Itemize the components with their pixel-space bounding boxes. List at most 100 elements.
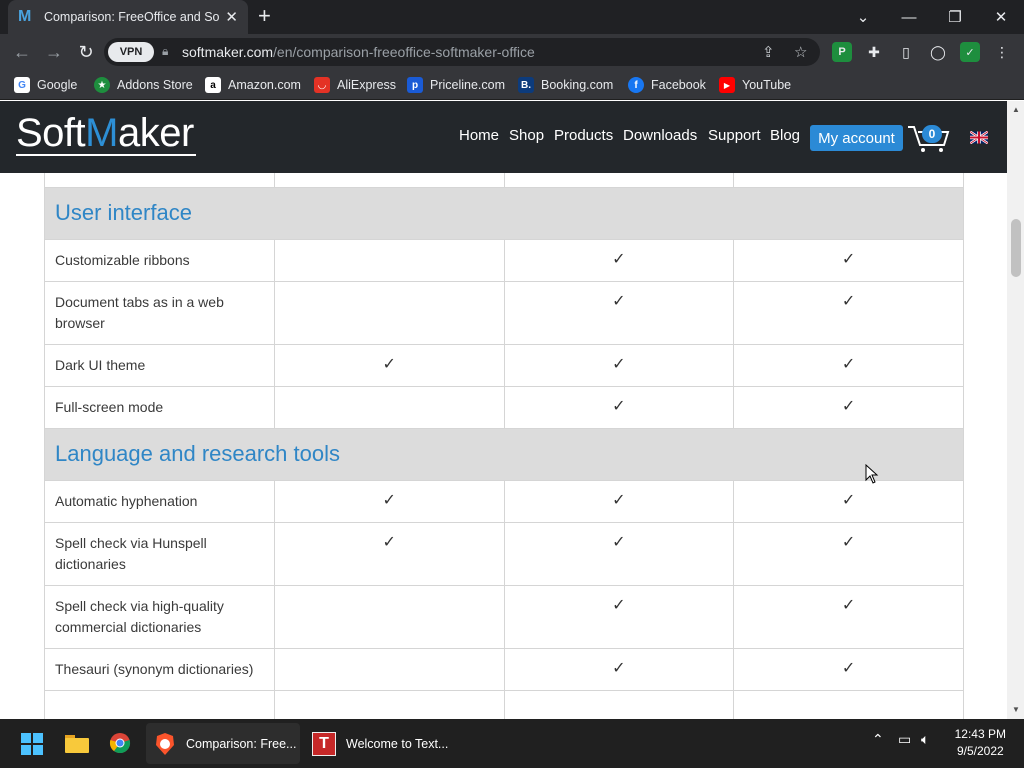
bookmark-aliexpress[interactable]: ◡ AliExpress: [314, 76, 396, 94]
url-text[interactable]: softmaker.com/en/comparison-freeoffice-s…: [182, 44, 535, 60]
feature-name: Dark UI theme: [44, 344, 275, 387]
tab-title: Comparison: FreeOffice and Soft: [43, 10, 220, 24]
side-panel-icon[interactable]: ▯: [896, 42, 916, 62]
table-row: [44, 690, 964, 719]
minimize-icon[interactable]: —: [886, 0, 932, 34]
tab-search-icon[interactable]: ⌄: [840, 0, 886, 34]
bookmark-priceline[interactable]: p Priceline.com: [407, 76, 505, 94]
nav-shop[interactable]: Shop: [509, 127, 544, 149]
check-cell: ✓: [273, 522, 505, 586]
shield-extension-icon[interactable]: ✓: [960, 42, 980, 62]
extension-p-icon[interactable]: P: [832, 42, 852, 62]
profile-icon[interactable]: ◯: [928, 42, 948, 62]
bookmark-facebook[interactable]: f Facebook: [628, 76, 706, 94]
feature-name: [44, 690, 275, 719]
vpn-button[interactable]: VPN: [108, 42, 154, 62]
check-cell: ✓: [733, 386, 964, 429]
system-clock[interactable]: 12:43 PM 9/5/2022: [955, 726, 1006, 760]
check-cell: [273, 690, 505, 719]
uk-flag-icon[interactable]: [970, 131, 988, 144]
new-tab-icon[interactable]: +: [258, 5, 271, 27]
check-cell: [503, 690, 735, 719]
nav-home[interactable]: Home: [459, 127, 499, 149]
table-row: Customizable ribbons ✓ ✓: [44, 239, 964, 282]
bookmark-label: Amazon.com: [228, 78, 301, 92]
reload-icon[interactable]: ↻: [74, 40, 98, 64]
softmaker-logo[interactable]: SoftMaker: [16, 111, 194, 159]
close-tab-icon[interactable]: ✕: [225, 8, 238, 26]
bookmark-booking[interactable]: B. Booking.com: [518, 76, 613, 94]
textmaker-icon: T: [312, 731, 336, 756]
table-row: Automatic hyphenation ✓ ✓ ✓: [44, 480, 964, 523]
check-cell: ✓: [733, 585, 964, 649]
google-icon: G: [14, 77, 30, 93]
checkmark-icon: ✓: [841, 293, 856, 310]
bookmark-star-icon[interactable]: ☆: [794, 43, 807, 61]
site-header: SoftMaker Home Shop Products Downloads S…: [0, 101, 1007, 173]
bookmark-label: Addons Store: [117, 78, 193, 92]
taskbar-item-browser[interactable]: Comparison: Free...: [146, 723, 300, 764]
bookmark-label: YouTube: [742, 78, 792, 92]
nav-blog[interactable]: Blog: [770, 127, 800, 149]
cart-count-badge: 0: [922, 125, 942, 143]
file-explorer-icon[interactable]: [65, 733, 89, 753]
windows-start-icon[interactable]: [21, 733, 43, 755]
check-cell: ✓: [733, 281, 964, 345]
section-row: User interface: [44, 187, 964, 240]
scroll-up-icon[interactable]: ▲: [1011, 105, 1021, 115]
share-icon[interactable]: ⇪: [762, 43, 775, 61]
browser-toolbar: ← → ↻ VPN 🔒︎ softmaker.com/en/comparison…: [0, 34, 1024, 70]
table-row: Full-screen mode ✓ ✓: [44, 386, 964, 429]
bookmarks-bar: G Google ★ Addons Store a Amazon.com ◡ A…: [0, 70, 1024, 100]
nav-products[interactable]: Products: [554, 127, 613, 149]
checkmark-icon: ✓: [382, 356, 396, 373]
check-cell: ✓: [733, 344, 964, 387]
nav-support[interactable]: Support: [708, 127, 761, 149]
nav-downloads[interactable]: Downloads: [623, 127, 697, 149]
page-scrollbar[interactable]: ▲ ▼: [1007, 101, 1024, 719]
addons-icon: ★: [94, 77, 110, 93]
taskbar-item-textmaker[interactable]: T Welcome to Text...: [304, 723, 454, 764]
section-title: User interface: [44, 187, 964, 240]
bookmark-youtube[interactable]: ▶ YouTube: [719, 76, 791, 94]
table-row: Thesauri (synonym dictionaries) ✓ ✓: [44, 648, 964, 691]
mouse-cursor-icon: [865, 464, 879, 484]
feature-name: Full-screen mode: [44, 386, 275, 429]
bookmark-amazon[interactable]: a Amazon.com: [205, 76, 301, 94]
feature-name: Document tabs as in a web browser: [44, 281, 275, 345]
network-icon[interactable]: ▭: [898, 731, 911, 748]
menu-kebab-icon[interactable]: ⋮: [992, 42, 1012, 62]
chrome-icon[interactable]: [109, 732, 131, 754]
bookmark-google[interactable]: G Google: [14, 76, 77, 94]
table-row: Spell check via high-quality commercial …: [44, 585, 964, 649]
scroll-down-icon[interactable]: ▼: [1011, 705, 1021, 715]
close-window-icon[interactable]: ✕: [978, 0, 1024, 34]
check-cell: ✓: [503, 585, 735, 649]
taskbar-item-label: Welcome to Text...: [346, 736, 449, 751]
checkmark-icon: ✓: [612, 492, 626, 509]
check-cell: ✓: [503, 281, 735, 345]
volume-icon[interactable]: 🔈︎: [921, 731, 929, 748]
check-cell: ✓: [733, 648, 964, 691]
checkmark-icon: ✓: [841, 597, 856, 614]
checkmark-icon: ✓: [841, 398, 856, 415]
logo-soft: Soft: [16, 111, 86, 155]
tray-overflow-chevron-icon[interactable]: ⌃: [872, 731, 884, 748]
restore-icon[interactable]: ❐: [932, 0, 978, 34]
browser-tab[interactable]: M Comparison: FreeOffice and Soft ✕: [8, 0, 248, 34]
bookmark-label: Google: [37, 78, 78, 92]
scrollbar-thumb[interactable]: [1011, 219, 1021, 277]
checkmark-icon: ✓: [612, 660, 626, 677]
back-icon[interactable]: ←: [10, 40, 34, 64]
forward-icon[interactable]: →: [42, 40, 66, 64]
feature-name: Customizable ribbons: [44, 239, 275, 282]
logo-aker: aker: [117, 111, 194, 155]
extensions-puzzle-icon[interactable]: ✚: [864, 42, 884, 62]
amazon-icon: a: [205, 77, 221, 93]
address-bar[interactable]: VPN 🔒︎ softmaker.com/en/comparison-freeo…: [104, 38, 820, 66]
lock-icon[interactable]: 🔒︎: [162, 44, 168, 59]
feature-name: Thesauri (synonym dictionaries): [44, 648, 275, 691]
checkmark-icon: ✓: [382, 534, 396, 551]
bookmark-addons-store[interactable]: ★ Addons Store: [94, 76, 193, 94]
my-account-button[interactable]: My account: [810, 125, 903, 151]
